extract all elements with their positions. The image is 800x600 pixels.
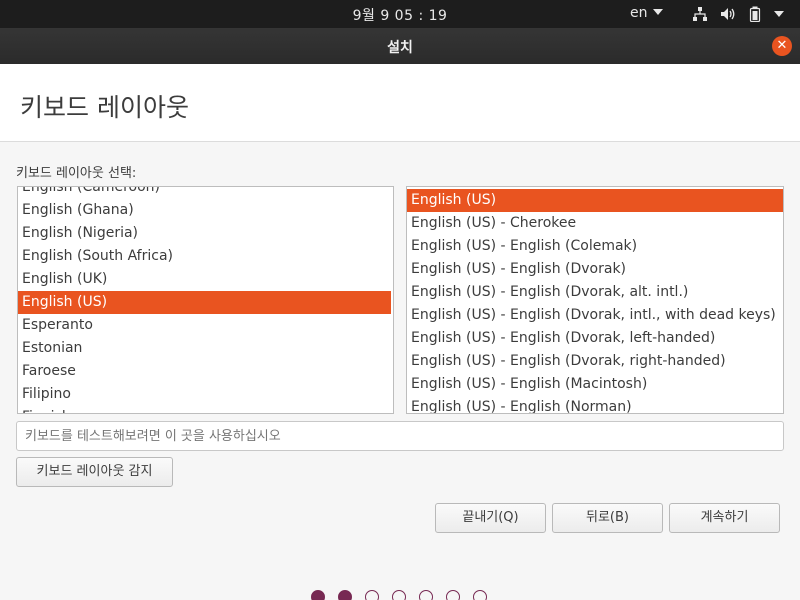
step-dot <box>473 590 487 600</box>
clock[interactable]: 9월 9 05 : 19 <box>0 5 800 25</box>
list-item[interactable]: English (US) <box>18 291 391 314</box>
page-title: 키보드 레이아웃 <box>20 93 189 122</box>
language-label: en <box>630 5 648 21</box>
list-item[interactable]: Estonian <box>18 337 393 360</box>
list-item[interactable]: English (US) <box>407 189 783 212</box>
quit-button[interactable]: 끝내기(Q) <box>435 503 546 533</box>
list-item[interactable]: English (Cameroon) <box>18 187 393 199</box>
list-item[interactable]: English (US) - English (Dvorak, alt. int… <box>407 281 783 304</box>
close-icon: ✕ <box>776 38 788 53</box>
list-item[interactable]: Filipino <box>18 383 393 406</box>
step-dot <box>419 590 433 600</box>
list-item[interactable]: English (US) - English (Dvorak) <box>407 258 783 281</box>
system-top-panel: 9월 9 05 : 19 en <box>0 0 800 28</box>
window-title: 설치 <box>387 40 413 56</box>
list-item[interactable]: Finnish <box>18 406 393 413</box>
step-dot <box>446 590 460 600</box>
continue-button[interactable]: 계속하기 <box>669 503 780 533</box>
network-icon <box>693 7 707 21</box>
back-button[interactable]: 뒤로(B) <box>552 503 663 533</box>
list-item[interactable]: Faroese <box>18 360 393 383</box>
list-item[interactable]: English (US) - English (Norman) <box>407 396 783 413</box>
system-menu-caret-icon <box>774 11 784 17</box>
chevron-down-icon <box>652 9 663 15</box>
list-item[interactable]: Esperanto <box>18 314 393 337</box>
detect-layout-button[interactable]: 키보드 레이아웃 감지 <box>16 457 173 487</box>
system-indicators[interactable] <box>692 6 784 22</box>
list-item[interactable]: English (South Africa) <box>18 245 393 268</box>
list-item[interactable]: English (Nigeria) <box>18 222 393 245</box>
step-dot <box>392 590 406 600</box>
page-header: 키보드 레이아웃 <box>0 64 800 142</box>
list-item[interactable]: English (US) - English (Dvorak, right-ha… <box>407 350 783 373</box>
variant-list[interactable]: English (US) English (US) - Cherokee Engli… <box>406 186 784 414</box>
battery-icon <box>749 6 761 22</box>
list-item[interactable]: English (US) - English (Macintosh) <box>407 373 783 396</box>
list-item[interactable]: English (US) - English (Dvorak, left-han… <box>407 327 783 350</box>
list-item[interactable]: English (UK) <box>18 268 393 291</box>
layout-list-items: English (Cameroon) English (Ghana) English… <box>18 187 393 413</box>
step-dot <box>311 590 325 600</box>
step-dot <box>338 590 352 600</box>
list-item[interactable]: English (US) - Cherokee <box>407 212 783 235</box>
layout-list[interactable]: English (Cameroon) English (Ghana) English… <box>17 186 394 414</box>
keyboard-test-input[interactable] <box>16 421 784 451</box>
step-dot <box>365 590 379 600</box>
list-item[interactable]: English (Ghana) <box>18 199 393 222</box>
list-item[interactable]: English (US) - English (Colemak) <box>407 235 783 258</box>
language-indicator[interactable]: en <box>630 5 663 21</box>
layout-select-label: 키보드 레이아웃 선택: <box>16 166 137 181</box>
list-item[interactable]: English (US) - English (Dvorak, intl., w… <box>407 304 783 327</box>
variant-list-items: English (US) English (US) - Cherokee Engli… <box>407 189 783 413</box>
close-button[interactable]: ✕ <box>772 36 792 56</box>
volume-icon <box>721 8 735 20</box>
step-progress-indicator <box>311 590 487 600</box>
window-titlebar: 설치 ✕ <box>0 28 800 64</box>
